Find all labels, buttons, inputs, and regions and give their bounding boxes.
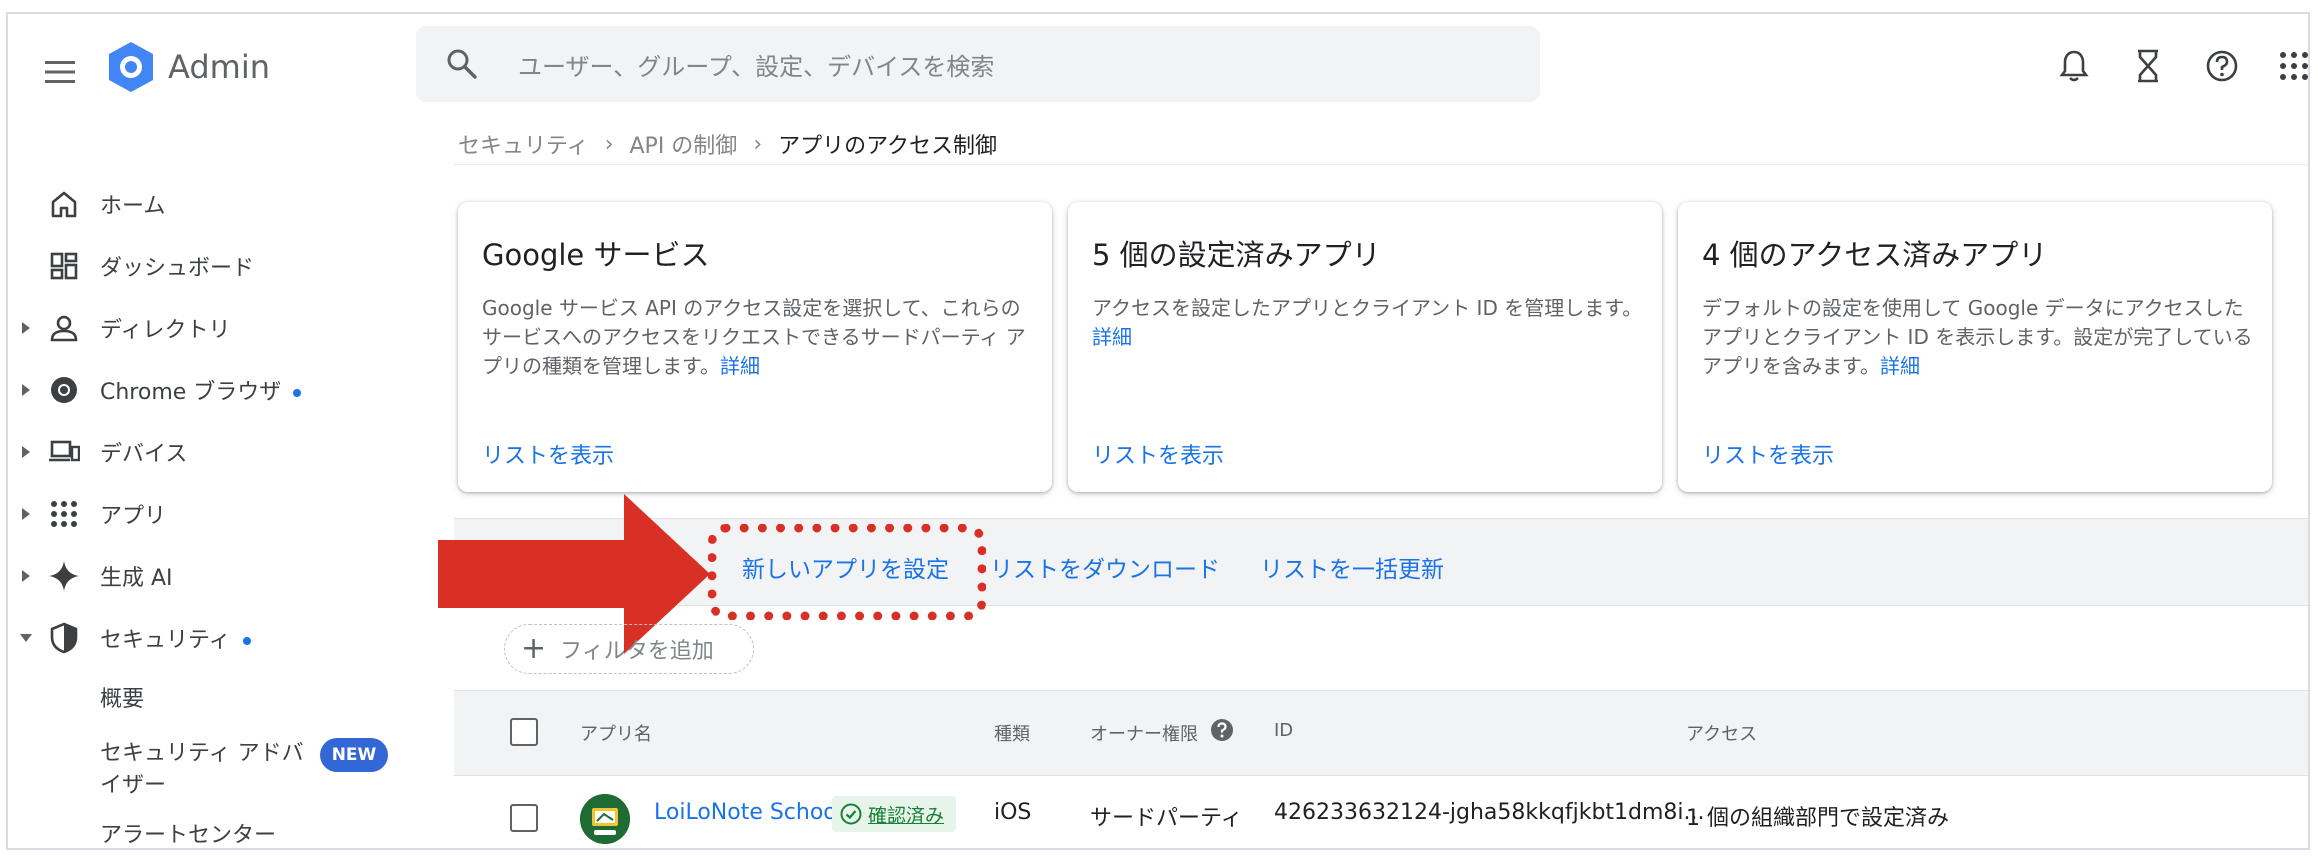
divider [454, 164, 2308, 165]
details-link[interactable]: 詳細 [1880, 354, 1920, 378]
card-title: 5 個の設定済みアプリ [1092, 238, 1381, 272]
expand-arrow-icon[interactable] [20, 446, 32, 458]
sidebar-item-devices[interactable]: デバイス [8, 422, 408, 482]
expand-arrow-icon[interactable] [20, 384, 32, 396]
verified-label: 確認済み [868, 804, 945, 827]
table-header [454, 690, 2308, 776]
new-badge: NEW [320, 738, 388, 772]
sidebar-subitem-overview[interactable]: 概要 [100, 684, 144, 716]
sidebar-item-apps[interactable]: アプリ [8, 484, 408, 544]
card-accessed-apps: 4 個のアクセス済みアプリ デフォルトの設定を使用して Google データにア… [1678, 202, 2272, 492]
sidebar-item-security[interactable]: セキュリティ [8, 608, 408, 668]
apps-icon [46, 496, 82, 532]
dashboard-icon [46, 248, 82, 284]
brand-label: Admin [168, 48, 270, 86]
search-input[interactable]: ユーザー、グループ、設定、デバイスを検索 [518, 47, 994, 82]
collapse-arrow-icon[interactable] [20, 632, 32, 644]
download-list-button[interactable]: リストをダウンロード [990, 550, 1220, 584]
column-id[interactable]: ID [1274, 720, 1293, 741]
shield-icon [46, 620, 82, 656]
card-configured-apps: 5 個の設定済みアプリ アクセスを設定したアプリとクライアント ID を管理しま… [1068, 202, 1662, 492]
devices-icon [46, 434, 82, 470]
home-icon [46, 186, 82, 222]
cell-access: 1 個の組織部門で設定済み [1686, 806, 1949, 831]
details-link[interactable]: 詳細 [1092, 325, 1132, 349]
check-circle-icon [840, 803, 862, 825]
card-title: Google サービス [482, 238, 710, 272]
breadcrumb-current: アプリのアクセス制御 [778, 134, 998, 159]
card-description: デフォルトの設定を使用して Google データにアクセスしたアプリとクライアン… [1702, 296, 2253, 378]
plus-icon: + [521, 631, 547, 666]
sparkle-icon [46, 558, 82, 594]
bulk-update-list-button[interactable]: リストを一括更新 [1260, 550, 1444, 584]
sidebar-item-dashboard[interactable]: ダッシュボード [8, 236, 408, 296]
expand-arrow-icon[interactable] [20, 322, 32, 334]
expand-arrow-icon[interactable] [20, 508, 32, 520]
add-filter-button[interactable]: + フィルタを追加 [504, 624, 754, 674]
sidebar-item-label: セキュリティ [100, 628, 231, 653]
sidebar-subitem-security-advisor[interactable]: セキュリティ アドバイザー [100, 738, 310, 802]
verified-badge[interactable]: 確認済み [832, 796, 956, 832]
help-icon[interactable] [2200, 44, 2244, 88]
column-owner[interactable]: オーナー権限 [1090, 720, 1198, 746]
notification-dot [293, 389, 302, 397]
card-description: アクセスを設定したアプリとクライアント ID を管理します。詳細 [1092, 296, 1643, 349]
admin-logo[interactable] [104, 40, 158, 94]
chrome-icon [46, 372, 82, 408]
details-link[interactable]: 詳細 [720, 354, 760, 378]
breadcrumb-security[interactable]: セキュリティ [458, 128, 589, 160]
sidebar-item-label: Chrome ブラウザ [100, 380, 282, 405]
column-access[interactable]: アクセス [1686, 720, 1757, 746]
highlight-dotted-box [708, 524, 986, 620]
view-list-link[interactable]: リストを表示 [482, 438, 614, 470]
hourglass-icon[interactable] [2126, 44, 2170, 88]
select-all-checkbox[interactable] [510, 718, 538, 746]
expand-arrow-icon[interactable] [20, 570, 32, 582]
column-type[interactable]: 種類 [994, 720, 1030, 746]
card-description: Google サービス API のアクセス設定を選択して、これらのサービスへのア… [482, 296, 1026, 378]
row-checkbox[interactable] [510, 804, 538, 832]
bell-icon[interactable] [2052, 44, 2096, 88]
sidebar-item-generative-ai[interactable]: 生成 AI [8, 546, 408, 606]
cell-type: iOS [994, 800, 1032, 825]
admin-console-window: Admin ユーザー、グループ、設定、デバイスを検索 セキュリティ › API … [6, 12, 2310, 850]
search-bar[interactable]: ユーザー、グループ、設定、デバイスを検索 [416, 26, 1540, 102]
cell-id: 426233632124-jgha58kkqfjkbt1dm8i... [1274, 800, 1705, 825]
chevron-right-icon: › [604, 131, 614, 157]
add-filter-label: フィルタを追加 [560, 639, 714, 664]
person-icon [46, 310, 82, 346]
view-list-link[interactable]: リストを表示 [1702, 438, 1834, 470]
breadcrumb: セキュリティ › API の制御 › アプリのアクセス制御 [458, 122, 997, 166]
chevron-right-icon: › [753, 131, 763, 157]
sidebar-subitem-alert-center[interactable]: アラートセンター [100, 820, 276, 848]
help-icon[interactable] [1210, 718, 1234, 742]
apps-grid-icon[interactable] [2272, 44, 2308, 88]
sidebar-item-home[interactable]: ホーム [8, 174, 408, 234]
sidebar-item-chrome[interactable]: Chrome ブラウザ [8, 360, 408, 420]
cell-owner: サードパーティ [1090, 806, 1243, 831]
view-list-link[interactable]: リストを表示 [1092, 438, 1224, 470]
search-icon [444, 46, 480, 82]
card-google-services: Google サービス Google サービス API のアクセス設定を選択して… [458, 202, 1052, 492]
card-title: 4 個のアクセス済みアプリ [1702, 238, 2048, 272]
sidebar-item-directory[interactable]: ディレクトリ [8, 298, 408, 358]
breadcrumb-api-controls[interactable]: API の制御 [630, 128, 738, 160]
menu-icon[interactable] [38, 50, 82, 94]
notification-dot [242, 637, 251, 645]
app-name-link[interactable]: LoiLoNote School [654, 800, 843, 825]
app-logo [580, 794, 630, 844]
column-app-name[interactable]: アプリ名 [580, 720, 652, 746]
